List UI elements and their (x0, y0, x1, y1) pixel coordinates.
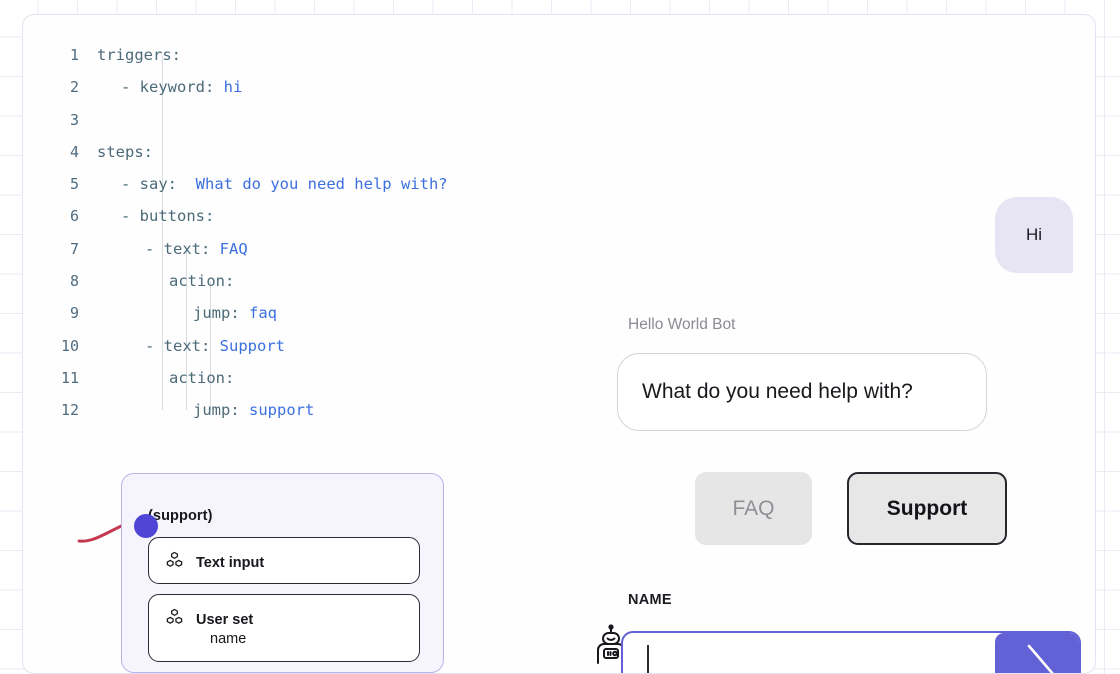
code-token: keyword (139, 78, 205, 97)
code-token: : (225, 272, 235, 291)
editor-line-content: - keyword: hi (97, 71, 242, 103)
editor-line-content: steps: (97, 136, 153, 168)
chat-bubble-user-text: Hi (1025, 225, 1043, 244)
flow-node-support[interactable]: (support) Text input User set name (121, 473, 444, 673)
editor-line-number: 8 (69, 272, 79, 291)
code-token: : (230, 304, 249, 323)
code-token: : (225, 368, 235, 387)
flow-node-title: (support) (148, 508, 213, 524)
code-token: action (169, 272, 225, 291)
code-token: : (143, 142, 154, 161)
editor-line-list: 1 triggers: 2 - keyword: hi 3 4 steps: 5 - say: … (23, 39, 583, 427)
code-token: - (121, 207, 140, 226)
code-token: say (139, 175, 168, 194)
editor-line[interactable]: 10 - text: Support (23, 330, 583, 362)
code-token: text (163, 239, 201, 258)
editor-line-content: action: (97, 362, 234, 394)
editor-line-number: 2 (69, 78, 79, 97)
composer-field-label: NAME (628, 592, 672, 608)
chat-bubble-bot: What do you need help with? (617, 353, 987, 431)
code-token: triggers (97, 46, 172, 64)
code-token: - (145, 336, 164, 355)
chat-bot-name: Hello World Bot (628, 316, 736, 333)
quick-reply-faq-button[interactable]: FAQ (695, 472, 812, 545)
editor-line-number: 5 (69, 175, 79, 194)
chat-composer[interactable] (621, 631, 1081, 673)
code-token: action (169, 368, 225, 387)
editor-line-content: - text: Support (97, 330, 285, 362)
editor-line-number: 11 (60, 368, 79, 387)
code-token: - (121, 175, 140, 194)
code-token: faq (249, 304, 277, 323)
code-token: : (201, 336, 220, 355)
editor-line-number: 3 (69, 110, 79, 129)
chat-message-input[interactable] (623, 633, 995, 673)
code-token: support (249, 401, 315, 420)
code-token: - (121, 78, 140, 97)
app-card: 1 triggers: 2 - keyword: hi 3 4 steps: 5 - say: … (22, 14, 1096, 674)
editor-line-content: triggers: (97, 39, 181, 71)
editor-line[interactable]: 1 triggers: (23, 39, 583, 71)
editor-line-content: action: (97, 265, 234, 297)
flow-node-card-label: User set (196, 612, 254, 628)
code-editor[interactable]: 1 triggers: 2 - keyword: hi 3 4 steps: 5 - say: … (23, 39, 583, 469)
code-token: What do you need help with? (195, 175, 448, 194)
code-token: : (171, 46, 181, 64)
flow-node-card-row: Text input (165, 551, 264, 575)
code-token: : (230, 401, 249, 420)
editor-line-number: 1 (69, 46, 79, 64)
editor-line[interactable]: 4 steps: (23, 136, 583, 168)
text-caret (647, 645, 649, 673)
quick-reply-support-button[interactable]: Support (847, 472, 1007, 545)
editor-line-number: 7 (69, 239, 79, 258)
editor-line[interactable]: 12 jump: support (23, 394, 583, 426)
editor-line-content: - say: What do you need help with? (97, 168, 448, 200)
editor-line[interactable]: 3 (23, 104, 583, 136)
editor-line-number: 6 (69, 207, 79, 226)
editor-line[interactable]: 9 jump: faq (23, 297, 583, 329)
editor-line-number: 9 (69, 304, 79, 323)
editor-line[interactable]: 11 action: (23, 362, 583, 394)
code-token: : (205, 78, 224, 97)
code-token: : (205, 207, 215, 226)
code-token: : (167, 175, 196, 194)
chat-preview-panel: Hi Hello World Bot What do you need help… (583, 15, 1095, 673)
editor-line-content: jump: support (97, 394, 314, 426)
code-token: jump (193, 304, 231, 323)
flow-node-handle[interactable] (134, 514, 158, 538)
code-token: steps (97, 142, 144, 161)
quick-reply-support-label: Support (886, 496, 968, 520)
code-token: text (163, 336, 201, 355)
editor-line[interactable]: 8 action: (23, 265, 583, 297)
code-token: Support (219, 336, 285, 355)
code-token: buttons (139, 207, 205, 226)
editor-line[interactable]: 5 - say: What do you need help with? (23, 168, 583, 200)
editor-line-number: 12 (60, 401, 79, 420)
blocks-icon (165, 551, 184, 575)
code-token: hi (223, 78, 243, 97)
editor-line-content: - text: FAQ (97, 233, 248, 265)
flow-node-card-row: User set (165, 608, 253, 632)
editor-line[interactable]: 6 - buttons: (23, 200, 583, 232)
flow-node-card-sublabel: name (210, 631, 247, 647)
editor-line-content: - buttons: (97, 200, 214, 232)
flow-node-card-label: Text input (196, 555, 265, 571)
code-token: jump (193, 401, 231, 420)
flow-node-card-text-input[interactable]: Text input (148, 537, 420, 584)
editor-line[interactable]: 2 - keyword: hi (23, 71, 583, 103)
editor-line-number: 4 (69, 142, 79, 161)
code-token: FAQ (219, 239, 248, 258)
blocks-icon (165, 608, 184, 632)
code-token: : (201, 239, 220, 258)
editor-line[interactable]: 7 - text: FAQ (23, 233, 583, 265)
chat-bubble-bot-text: What do you need help with? (642, 380, 913, 403)
quick-reply-faq-label: FAQ (732, 496, 775, 520)
code-token: - (145, 239, 164, 258)
chat-bubble-user: Hi (995, 197, 1073, 273)
send-button[interactable] (995, 633, 1079, 673)
editor-line-number: 10 (60, 336, 79, 355)
editor-line-content: jump: faq (97, 297, 277, 329)
